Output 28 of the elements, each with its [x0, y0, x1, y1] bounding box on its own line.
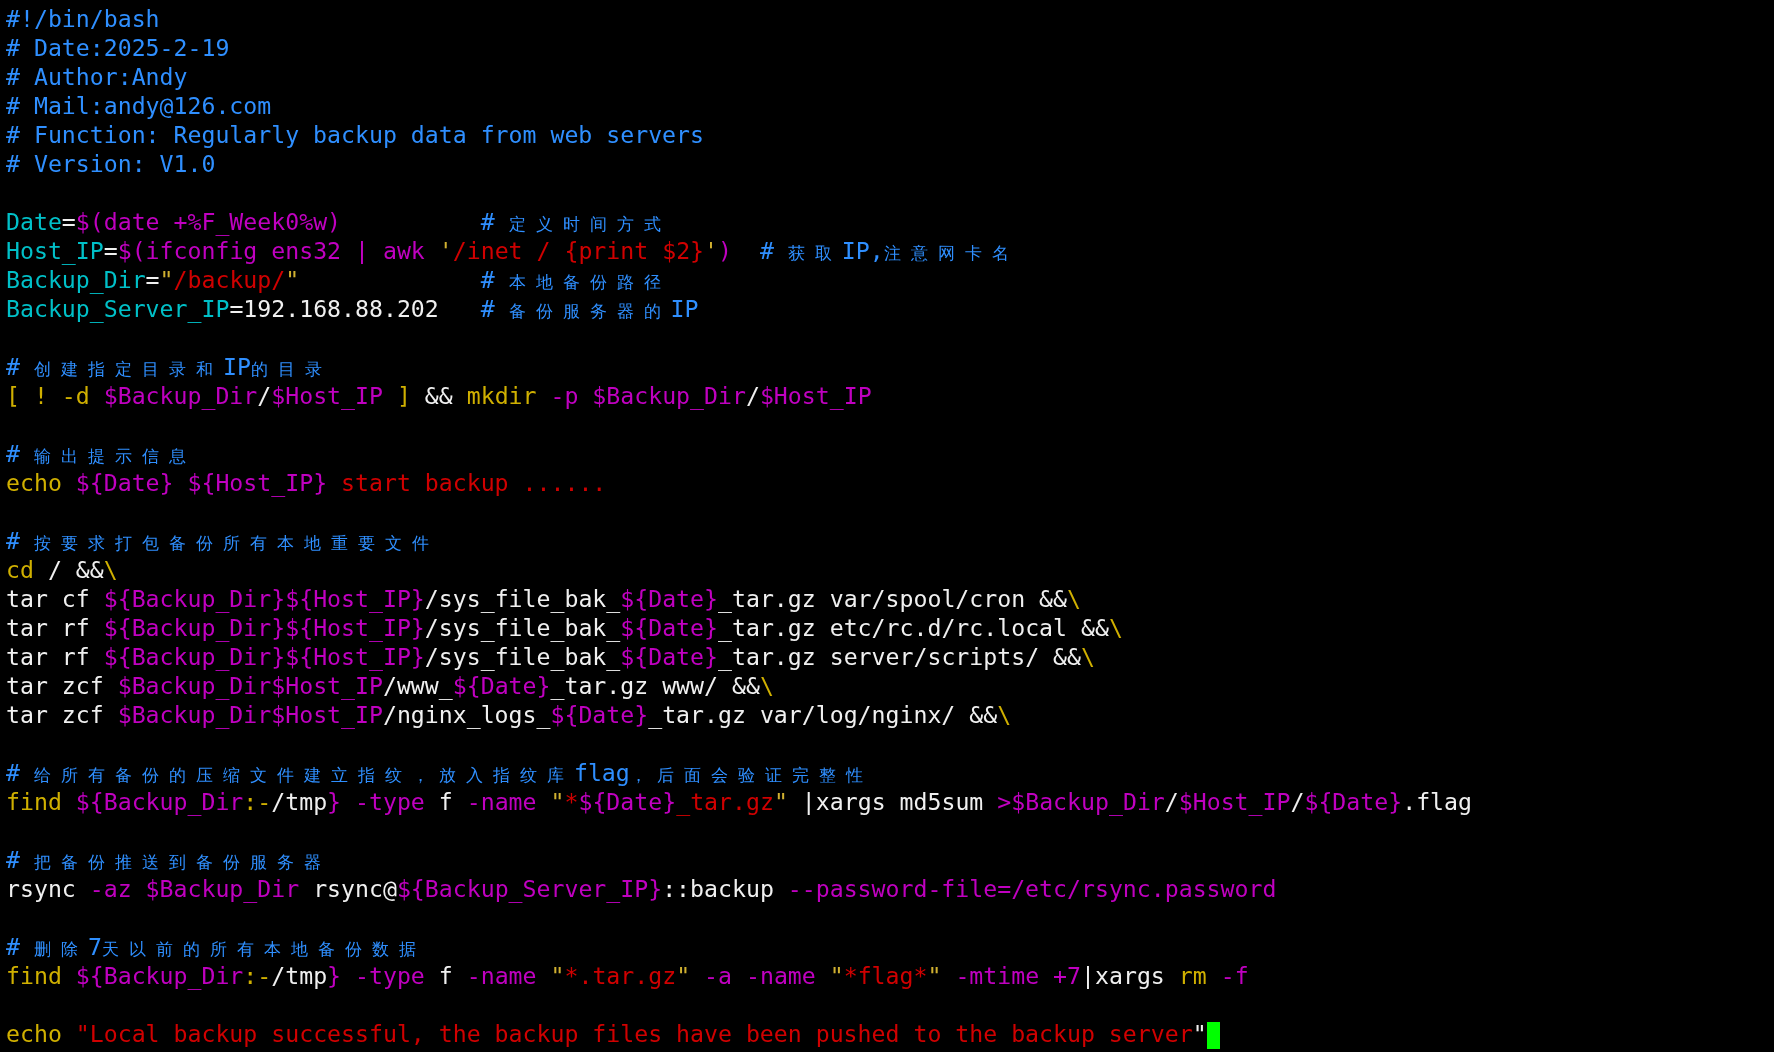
code-line: find ${Backup_Dir:-/tmp} -type f -name "*.tar.gz" -a -name "*flag*" -mtime +7|xargs rm -f — [6, 961, 1249, 990]
code-line: # Date:2025-2-19 — [6, 33, 230, 62]
code-line: # 按要求打包备份所有本地重要文件 — [6, 526, 439, 555]
code-line: echo "Local backup successful, the backup files have been pushed to the backup server" — [6, 1019, 1220, 1048]
code-line: rsync -az $Backup_Dir rsync@${Backup_Server_IP}::backup --password-file=/etc/rsync.password — [6, 874, 1277, 903]
code-line: [ ! -d $Backup_Dir/$Host_IP ] && mkdir -p $Backup_Dir/$Host_IP — [6, 381, 872, 410]
code-line: Date=$(date +%F_Week0%w) # 定义时间方式 — [6, 207, 671, 236]
code-line: # 给所有备份的压缩文件建立指纹，放入指纹库 flag，后面会验证完整性 — [6, 758, 873, 787]
code-line: Host_IP=$(ifconfig ens32 | awk '/inet / {print $2}') # 获取 IP,注意网卡名 — [6, 236, 1019, 265]
code-line: tar rf ${Backup_Dir}${Host_IP}/sys_file_bak_${Date}_tar.gz etc/rc.d/rc.local &&\ — [6, 613, 1123, 642]
code-line: # 创建指定目录和 IP的目录 — [6, 352, 332, 381]
code-line: # 删除 7天以前的所有本地备份数据 — [6, 932, 426, 961]
code-line: # 输出提示信息 — [6, 439, 196, 468]
code-line: tar zcf $Backup_Dir$Host_IP/www_${Date}_tar.gz www/ &&\ — [6, 671, 774, 700]
code-line: #!/bin/bash — [6, 4, 160, 33]
code-line: tar zcf $Backup_Dir$Host_IP/nginx_logs_${Date}_tar.gz var/log/nginx/ &&\ — [6, 700, 1012, 729]
code-line: # Author:Andy — [6, 62, 188, 91]
code-line: # Function: Regularly backup data from web servers — [6, 120, 704, 149]
code-line: find ${Backup_Dir:-/tmp} -type f -name "*${Date}_tar.gz" |xargs md5sum >$Backup_Dir/$Host_IP/${Date}.flag — [6, 787, 1472, 816]
code-line: Backup_Dir="/backup/" # 本地备份路径 — [6, 265, 671, 294]
code-line: echo ${Date} ${Host_IP} start backup ...... — [6, 468, 607, 497]
code-line: Backup_Server_IP=192.168.88.202 # 备份服务器的 IP — [6, 294, 699, 323]
code-line: # Version: V1.0 — [6, 149, 216, 178]
code-line: # 把备份推送到备份服务器 — [6, 845, 331, 874]
code-line: tar rf ${Backup_Dir}${Host_IP}/sys_file_bak_${Date}_tar.gz server/scripts/ &&\ — [6, 642, 1095, 671]
code-line: # Mail:andy@126.com — [6, 91, 272, 120]
code-line: cd / &&\ — [6, 555, 118, 584]
code-line: tar cf ${Backup_Dir}${Host_IP}/sys_file_bak_${Date}_tar.gz var/spool/cron &&\ — [6, 584, 1081, 613]
